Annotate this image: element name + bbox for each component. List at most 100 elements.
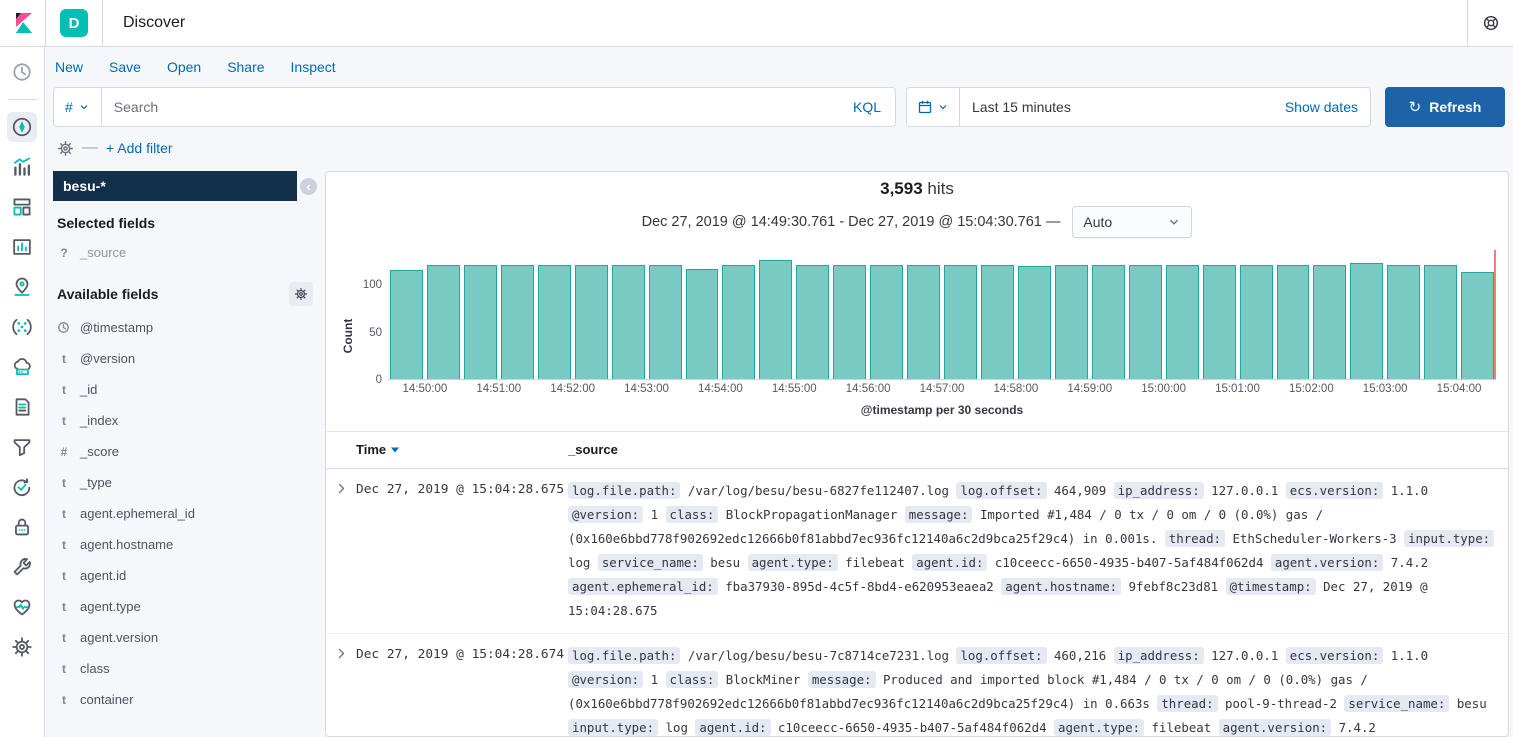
- histogram-bar[interactable]: [1092, 265, 1125, 379]
- field-name-pill: input.type:: [568, 719, 658, 736]
- field-item-@version[interactable]: t@version: [53, 343, 317, 374]
- rail-item-logs[interactable]: [7, 392, 37, 422]
- histogram-bar[interactable]: [759, 260, 792, 379]
- kibana-logo[interactable]: [0, 11, 45, 35]
- rail-item-stack-monitoring[interactable]: [7, 592, 37, 622]
- field-item-_type[interactable]: t_type: [53, 467, 317, 498]
- rail-item-dashboard[interactable]: [7, 192, 37, 222]
- filter-settings-gear-icon[interactable]: [57, 140, 74, 157]
- search-input[interactable]: [102, 99, 839, 115]
- field-item-_index[interactable]: t_index: [53, 405, 317, 436]
- discover-app-badge[interactable]: D: [60, 9, 88, 37]
- histogram-bar[interactable]: [501, 265, 534, 379]
- field-name-pill: message:: [905, 506, 973, 523]
- row-timestamp: Dec 27, 2019 @ 15:04:28.674: [356, 644, 568, 737]
- histogram-bar[interactable]: [612, 265, 645, 379]
- chevron-down-icon: [78, 101, 90, 113]
- menu-item-open[interactable]: Open: [167, 59, 201, 75]
- field-name: _score: [80, 444, 119, 459]
- histogram-bar[interactable]: [1166, 265, 1199, 379]
- menu-item-save[interactable]: Save: [109, 59, 141, 75]
- rail-item-recently-viewed[interactable]: [7, 57, 37, 87]
- rail-item-management[interactable]: [7, 632, 37, 662]
- table-row: Dec 27, 2019 @ 15:04:28.674log.file.path…: [326, 634, 1508, 737]
- histogram-bar[interactable]: [649, 265, 682, 379]
- current-time-marker: [1494, 250, 1496, 379]
- histogram-bar[interactable]: [722, 265, 755, 379]
- field-item-_score[interactable]: #_score: [53, 436, 317, 467]
- field-item-@timestamp[interactable]: @timestamp: [53, 312, 317, 343]
- time-range-value[interactable]: Last 15 minutes: [960, 99, 1071, 115]
- add-filter-button[interactable]: + Add filter: [106, 140, 173, 156]
- histogram-bar[interactable]: [1203, 265, 1236, 379]
- histogram-bar[interactable]: [1461, 272, 1494, 379]
- histogram-bar[interactable]: [1350, 263, 1383, 379]
- rail-item-maps[interactable]: [7, 272, 37, 302]
- field-name-pill: thread:: [1157, 695, 1217, 712]
- date-picker: Last 15 minutes Show dates: [906, 87, 1371, 127]
- rail-item-machine-learning[interactable]: [7, 312, 37, 342]
- menu-item-inspect[interactable]: Inspect: [291, 59, 336, 75]
- sort-descending-icon: [390, 445, 400, 454]
- histogram-bar[interactable]: [1424, 265, 1457, 379]
- rail-item-visualize[interactable]: [7, 152, 37, 182]
- rail-item-discover[interactable]: [7, 112, 37, 142]
- histogram-bar[interactable]: [686, 269, 719, 379]
- menu-item-new[interactable]: New: [55, 59, 83, 75]
- rail-item-infrastructure[interactable]: [7, 352, 37, 382]
- histogram-bar[interactable]: [575, 265, 608, 379]
- histogram-bar[interactable]: [538, 265, 571, 379]
- collapse-sidebar-button[interactable]: ‹: [300, 178, 317, 195]
- field-name: @version: [80, 351, 135, 366]
- index-pattern-selector[interactable]: besu-*: [53, 171, 297, 201]
- field-item-agent.type[interactable]: tagent.type: [53, 591, 317, 622]
- saved-query-menu-button[interactable]: #: [54, 88, 102, 126]
- histogram-bar[interactable]: [833, 265, 866, 379]
- query-language-button[interactable]: KQL: [839, 99, 895, 115]
- rail-item-uptime[interactable]: [7, 472, 37, 502]
- histogram-bar[interactable]: [1129, 265, 1162, 379]
- string-field-type-icon: t: [57, 600, 71, 614]
- rail-item-siem[interactable]: [7, 512, 37, 542]
- rail-item-canvas[interactable]: [7, 232, 37, 262]
- menu-item-share[interactable]: Share: [227, 59, 264, 75]
- refresh-button[interactable]: ↻ Refresh: [1385, 87, 1505, 127]
- quick-select-menu-button[interactable]: [907, 88, 960, 126]
- expand-row-icon[interactable]: [335, 647, 348, 737]
- histogram-bar[interactable]: [1313, 265, 1346, 379]
- field-name: agent.id: [80, 568, 126, 583]
- field-item-agent.ephemeral_id[interactable]: tagent.ephemeral_id: [53, 498, 317, 529]
- histogram-bar[interactable]: [870, 265, 903, 379]
- histogram-bar[interactable]: [1387, 265, 1420, 379]
- expand-row-icon[interactable]: [335, 482, 348, 623]
- histogram-bar[interactable]: [464, 265, 497, 379]
- show-dates-button[interactable]: Show dates: [1285, 99, 1370, 115]
- histogram-bar[interactable]: [981, 265, 1014, 379]
- histogram-bar[interactable]: [1018, 266, 1051, 379]
- rail-item-dev-tools[interactable]: [7, 552, 37, 582]
- histogram-bar[interactable]: [944, 265, 977, 379]
- field-item-container[interactable]: tcontainer: [53, 684, 317, 715]
- histogram-bar[interactable]: [390, 270, 423, 379]
- histogram-bar[interactable]: [1277, 265, 1310, 379]
- field-item-_id[interactable]: t_id: [53, 374, 317, 405]
- histogram-bar[interactable]: [796, 265, 829, 379]
- field-name-pill: service_name:: [1344, 695, 1449, 712]
- x-tick-label: 15:01:00: [1215, 383, 1260, 395]
- interval-select[interactable]: Auto: [1072, 206, 1192, 238]
- field-name-pill: class:: [666, 671, 719, 688]
- histogram-bar[interactable]: [427, 265, 460, 379]
- help-icon[interactable]: [1467, 0, 1513, 47]
- histogram-bar[interactable]: [907, 265, 940, 379]
- field-item-agent.hostname[interactable]: tagent.hostname: [53, 529, 317, 560]
- field-settings-gear-icon[interactable]: [289, 282, 313, 306]
- histogram-bar[interactable]: [1240, 265, 1273, 379]
- field-item-agent.version[interactable]: tagent.version: [53, 622, 317, 653]
- field-item-_source[interactable]: ?_source: [53, 237, 317, 268]
- time-column-header[interactable]: Time: [356, 442, 400, 457]
- rail-item-apm[interactable]: [7, 432, 37, 462]
- x-tick-label: 14:53:00: [624, 383, 669, 395]
- field-item-agent.id[interactable]: tagent.id: [53, 560, 317, 591]
- field-item-class[interactable]: tclass: [53, 653, 317, 684]
- histogram-bar[interactable]: [1055, 265, 1088, 379]
